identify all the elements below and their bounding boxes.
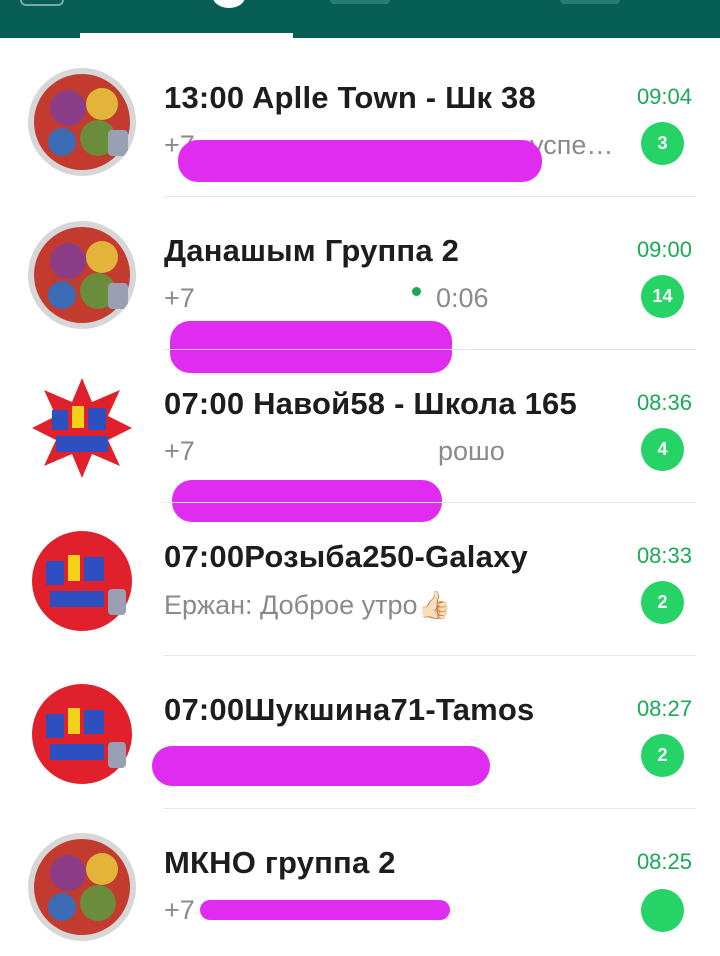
chat-time: 09:04: [636, 84, 692, 109]
chat-preview-prefix: +7: [164, 283, 195, 313]
chat-time: 08:25: [636, 849, 692, 874]
chat-time: 09:00: [636, 237, 692, 262]
chat-title: 07:00Шукшина71-Tamos: [164, 692, 535, 727]
chat-row[interactable]: Данашым Группа 2 09:00 +7 0:06 14: [0, 191, 720, 373]
chat-title: Данашым Группа 2: [164, 233, 460, 268]
unread-badge: 14: [641, 275, 684, 318]
redaction-mark: [178, 140, 542, 182]
kids-taxi-logo-icon: [28, 68, 136, 176]
redaction-mark: [200, 900, 450, 920]
unread-badge: [641, 889, 684, 932]
chat-preview: 0:06: [436, 283, 489, 313]
microphone-icon: [412, 287, 421, 296]
kids-taxi-logo-icon: [28, 527, 136, 635]
avatar[interactable]: [28, 833, 136, 941]
chat-preview: рошо: [438, 436, 505, 466]
chat-row[interactable]: 07:00Шукшина71-Tamos 08:27 2: [0, 650, 720, 809]
chat-title: 07:00Розыба250-Galaxy: [164, 539, 528, 574]
chat-row[interactable]: МКНО группа 2 08:25 +7: [0, 803, 720, 956]
unread-badge: 4: [641, 428, 684, 471]
kids-taxi-logo-icon: [28, 374, 136, 482]
chat-title: МКНО группа 2: [164, 845, 396, 880]
chat-row[interactable]: 07:00Розыба250-Galaxy 08:33 Ержан: Добро…: [0, 497, 720, 656]
chat-row[interactable]: 13:00 Aplle Town - Шк 38 09:04 успе… +7 …: [0, 38, 720, 197]
avatar[interactable]: [28, 527, 136, 635]
unread-badge: 2: [641, 734, 684, 777]
chats-tab-badge: [213, 0, 245, 8]
kids-taxi-logo-icon: [28, 833, 136, 941]
chat-title: 13:00 Aplle Town - Шк 38: [164, 80, 536, 115]
unread-badge: 3: [641, 122, 684, 165]
camera-icon[interactable]: [20, 0, 64, 6]
chat-time: 08:36: [636, 390, 692, 415]
unread-badge: 2: [641, 581, 684, 624]
avatar[interactable]: [28, 68, 136, 176]
chat-title: 07:00 Навой58 - Школа 165: [164, 386, 577, 421]
chat-preview: Ержан: Доброе утро👍🏻: [164, 590, 452, 620]
avatar[interactable]: [28, 374, 136, 482]
kids-taxi-logo-icon: [28, 680, 136, 788]
chat-time: 08:33: [636, 543, 692, 568]
tab-status[interactable]: [330, 0, 390, 4]
kids-taxi-logo-icon: [28, 221, 136, 329]
chat-preview-prefix: +7: [164, 436, 195, 466]
chat-time: 08:27: [636, 696, 692, 721]
tab-calls[interactable]: [560, 0, 620, 4]
redaction-mark: [152, 746, 490, 786]
avatar[interactable]: [28, 680, 136, 788]
chat-row[interactable]: 07:00 Навой58 - Школа 165 08:36 +7 рошо …: [0, 344, 720, 522]
avatar[interactable]: [28, 221, 136, 329]
app-header: [0, 0, 720, 38]
chat-preview: успе…: [530, 130, 614, 160]
